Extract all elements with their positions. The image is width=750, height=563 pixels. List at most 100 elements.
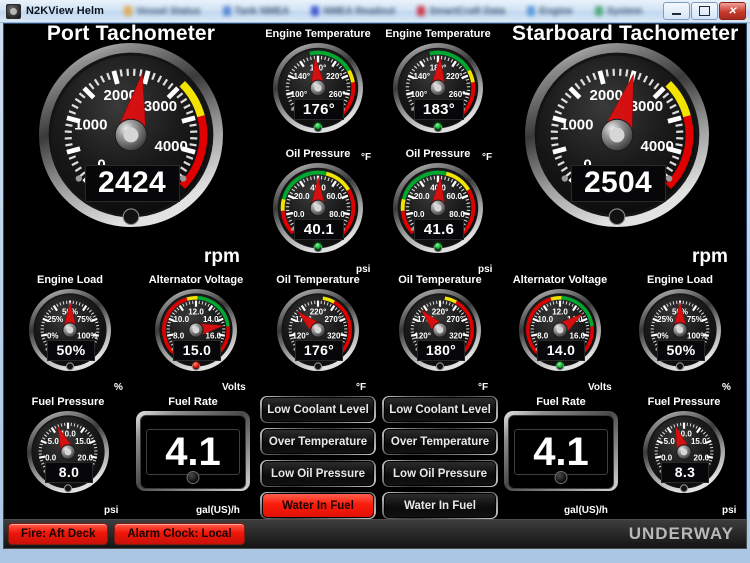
gauge-tick-label: 3000	[630, 98, 663, 115]
alarm-indicator-port-0[interactable]: Low Coolant Level	[260, 396, 376, 423]
fuel-rate-port_fuel_rate[interactable]: Fuel Rate 4.1	[136, 396, 250, 491]
gauge-stbd_tach[interactable]: Starboard Tachometer01000200030004000250…	[512, 22, 739, 228]
gauge-knob[interactable]	[122, 208, 140, 226]
gauge-band	[400, 198, 406, 211]
gauge-readout: 50%	[47, 340, 95, 361]
alarm-indicator-label: Low Coolant Level	[262, 397, 374, 422]
gauge-knob[interactable]	[608, 208, 626, 226]
gauge-tick-label: 60.0	[326, 192, 342, 201]
gauge-port_oil_temp[interactable]: Oil Temperature120°170°220°270°320°176°	[268, 274, 368, 372]
gauge-stbd_oil_temp[interactable]: Oil Temperature 120° 170° 220° 270° 320° 180°	[390, 274, 490, 372]
gauge-tick-label: 75%	[77, 315, 93, 324]
status-alarm-clock[interactable]: Alarm Clock: Local	[114, 523, 245, 545]
gauge-tick-label: 20.0	[294, 192, 310, 201]
gauge-readout: 15.0	[173, 340, 221, 361]
gauge-dial[interactable]: 100°140°180°220°260°183°	[392, 42, 484, 134]
gauge-dial[interactable]: 010002000300040002504	[524, 42, 710, 228]
window-controls: ✕	[663, 2, 750, 20]
gauge-stbd_engine_temp[interactable]: Engine Temperature100°140°180°220°260°18…	[382, 28, 494, 134]
tab-3[interactable]: SmartCraft Data	[407, 2, 515, 20]
fuel-rate-knob[interactable]	[186, 471, 200, 484]
gauge-tick-label: 260°	[329, 90, 346, 99]
gauge-dial[interactable]: 8.0 10.0 12.0 14.0 16.0 15.0	[154, 288, 238, 372]
gauge-port_oil_press[interactable]: Oil Pressure0.020.040.060.080.040.1	[262, 148, 374, 254]
gauge-knob[interactable]	[675, 362, 685, 371]
gauge-title: Fuel Pressure	[31, 396, 105, 408]
gauge-readout: 50%	[657, 340, 705, 361]
gauge-dial[interactable]: 0%25%50%75%100%50%	[28, 288, 112, 372]
gauge-stbd_oil_press[interactable]: Oil Pressure0.020.040.060.080.041.6	[382, 148, 494, 254]
app-icon	[6, 3, 21, 19]
gauge-title: Starboard Tachometer	[512, 22, 739, 45]
status-alarm-fire[interactable]: Fire: Aft Deck	[8, 523, 109, 545]
gauge-tick-label: 220°	[326, 72, 343, 81]
alarm-indicator-port-3[interactable]: Water In Fuel	[260, 492, 376, 519]
stbd-tach-unit: rpm	[692, 246, 728, 267]
gauge-tick-label: 260°	[449, 90, 466, 99]
gauge-tick-label: 10.0	[537, 315, 553, 324]
gauge-port_tach[interactable]: Port Tachometer010002000300040002424	[26, 22, 236, 228]
gauge-knob[interactable]	[65, 362, 75, 371]
gauge-port_alt_volt[interactable]: Alternator Voltage 8.0 10.0 12.0 14.0 16.0 15.…	[144, 274, 248, 372]
close-button[interactable]: ✕	[719, 2, 746, 20]
tab-0[interactable]: Vessel Status	[114, 2, 210, 20]
gauge-dial[interactable]: 8.010.012.014.016.014.0	[518, 288, 602, 372]
fuel-rate-display[interactable]: 4.1	[136, 411, 250, 491]
fuel-rate-stbd_fuel_rate[interactable]: Fuel Rate 4.1	[504, 396, 618, 491]
fuel-rate-display[interactable]: 4.1	[504, 411, 618, 491]
alarm-indicator-starboard-3[interactable]: Water In Fuel	[382, 492, 498, 519]
gauge-tick-label: 12.0	[188, 308, 204, 317]
gauge-dial[interactable]: 0.020.040.060.080.040.1	[272, 162, 364, 254]
gauge-stbd_engine_load[interactable]: Engine Load0%25%50%75%100%50%	[632, 274, 728, 372]
gauge-knob[interactable]	[313, 362, 323, 371]
gauge-readout: 176°	[294, 99, 344, 121]
gauge-status-led-red	[192, 361, 200, 368]
tab-label: Engine	[539, 5, 573, 17]
stbd-fuel-press-unit: psi	[722, 505, 737, 516]
tab-label: NMEA Readout	[323, 5, 396, 17]
gauge-port_engine_load[interactable]: Engine Load0%25%50%75%100%50%	[22, 274, 118, 372]
fuel-rate-screen: 4.1	[146, 428, 240, 476]
gauge-dial[interactable]: 0.0 5.0 10.0 15.0 20.0 8.3	[642, 410, 726, 494]
gauge-dial[interactable]: 0.020.040.060.080.041.6	[392, 162, 484, 254]
gauge-dial[interactable]: 100°140°180°220°260°176°	[272, 42, 364, 134]
alarm-indicator-starboard-1[interactable]: Over Temperature	[382, 428, 498, 455]
minimize-button[interactable]	[663, 2, 690, 20]
tab-4[interactable]: Engine	[517, 2, 582, 20]
alarm-indicator-starboard-2[interactable]: Low Oil Pressure	[382, 460, 498, 487]
gauge-dial[interactable]: 120°170°220°270°320°176°	[276, 288, 360, 372]
gauge-port_engine_temp[interactable]: Engine Temperature100°140°180°220°260°17…	[262, 28, 374, 134]
fuel-rate-knob[interactable]	[554, 471, 568, 484]
gauge-stbd_fuel_press[interactable]: Fuel Pressure 0.0 5.0 10.0 15.0 20.0 8.3	[634, 396, 734, 494]
gauge-tick-label: 20.0	[414, 192, 430, 201]
application-window: N2KView Helm Vessel Status Tank NMEA NMEA …	[0, 0, 750, 563]
maximize-button[interactable]	[691, 2, 718, 20]
alarm-indicator-port-1[interactable]: Over Temperature	[260, 428, 376, 455]
gauge-stbd_alt_volt[interactable]: Alternator Voltage8.010.012.014.016.014.…	[508, 274, 612, 372]
gauge-knob[interactable]	[679, 484, 689, 493]
gauge-dial[interactable]: 120° 170° 220° 270° 320° 180°	[398, 288, 482, 372]
tab-2[interactable]: NMEA Readout	[301, 2, 405, 20]
alarm-indicator-port-2[interactable]: Low Oil Pressure	[260, 460, 376, 487]
gauge-readout: 8.3	[661, 462, 709, 483]
gauge-knob[interactable]	[63, 484, 73, 493]
gauge-dial[interactable]: 0%25%50%75%100%50%	[638, 288, 722, 372]
tab-strip[interactable]: Vessel Status Tank NMEA NMEA Readout SmartC…	[104, 2, 663, 20]
gauge-title: Port Tachometer	[46, 22, 216, 45]
tab-5[interactable]: System	[585, 2, 653, 20]
port-fuel-press-unit: psi	[104, 505, 119, 516]
alarm-indicator-label: Over Temperature	[262, 429, 374, 454]
gauge-knob[interactable]	[435, 362, 445, 371]
alarm-indicator-starboard-0[interactable]: Low Coolant Level	[382, 396, 498, 423]
gauge-tick-label: 15.0	[75, 437, 91, 446]
tab-1[interactable]: Tank NMEA	[213, 2, 300, 20]
gauge-tick-label: 4000	[154, 138, 187, 155]
gauge-dial[interactable]: 0.0 5.0 10.0 15.0 20.0 8.0	[26, 410, 110, 494]
gauge-tick-label: 0.0	[661, 453, 673, 462]
dashboard-panel: Port Tachometer010002000300040002424 rpm S…	[3, 23, 747, 538]
stbd-engine-load-unit: %	[722, 382, 731, 393]
gauge-readout: 41.6	[414, 219, 464, 241]
gauge-dial[interactable]: 010002000300040002424	[38, 42, 224, 228]
gauge-title: Alternator Voltage	[148, 274, 244, 286]
gauge-port_fuel_press[interactable]: Fuel Pressure 0.0 5.0 10.0 15.0 20.0 8.0	[18, 396, 118, 494]
